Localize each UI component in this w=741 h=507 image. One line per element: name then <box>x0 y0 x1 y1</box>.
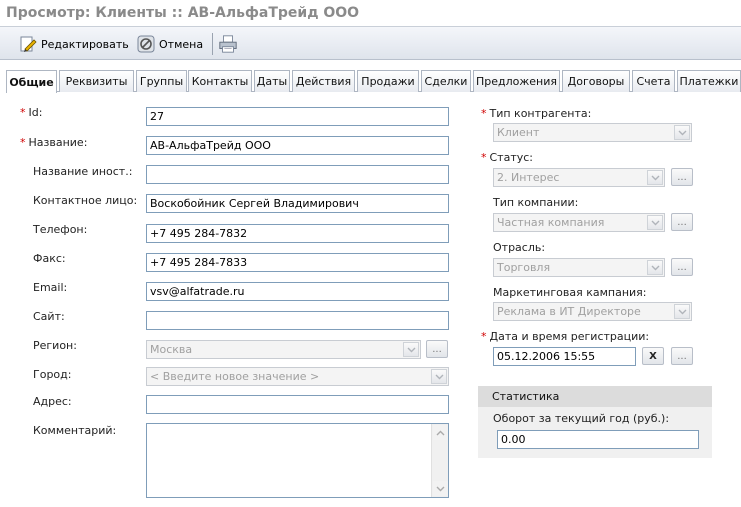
status-select[interactable]: 2. Интерес <box>493 168 665 187</box>
tab-actions[interactable]: Действия <box>292 70 355 92</box>
required-mark: * <box>20 106 26 119</box>
industry-label: Отрасль: <box>493 241 546 254</box>
date-picker-button[interactable]: ... <box>671 347 693 365</box>
chevron-down-icon[interactable] <box>403 342 419 357</box>
company-type-label: Тип компании: <box>493 196 579 209</box>
turnover-label: Оборот за текущий год (руб.): <box>493 412 670 425</box>
name-label-text: Название: <box>28 136 88 149</box>
contractor-type-label-text: Тип контрагента: <box>489 107 592 120</box>
chevron-down-icon[interactable] <box>647 170 663 185</box>
contractor-type-label: * Тип контрагента: <box>481 107 591 120</box>
fax-field[interactable]: +7 495 284-7833 <box>146 253 449 272</box>
clear-date-button[interactable]: X <box>642 347 664 365</box>
required-mark: * <box>20 136 26 149</box>
edit-button-label: Редактировать <box>41 37 129 51</box>
region-label: Регион: <box>33 339 77 352</box>
edit-button[interactable]: Редактировать <box>18 31 129 57</box>
required-mark: * <box>481 151 487 164</box>
cancel-icon <box>136 34 156 54</box>
chevron-down-icon[interactable] <box>647 260 663 275</box>
fax-label: Факс: <box>33 252 66 265</box>
required-mark: * <box>481 107 487 120</box>
contact-person-label: Контактное лицо: <box>33 194 138 207</box>
status-value: 2. Интерес <box>497 171 560 184</box>
statistics-header: Статистика <box>478 386 712 407</box>
chevron-down-icon[interactable] <box>674 125 690 140</box>
city-select[interactable]: < Введите новое значение > <box>146 367 449 386</box>
comment-scrollbar[interactable] <box>431 424 448 497</box>
company-type-select[interactable]: Частная компания <box>493 213 665 232</box>
company-type-value: Частная компания <box>497 216 605 229</box>
campaign-select[interactable]: Реклама в ИТ Директоре <box>493 302 692 321</box>
cancel-button[interactable]: Отмена <box>136 31 203 57</box>
reg-date-label-text: Дата и время регистрации: <box>489 330 650 343</box>
name-label: * Название: <box>20 136 87 149</box>
status-label-text: Статус: <box>489 151 534 164</box>
tab-contacts[interactable]: Контакты <box>188 70 252 92</box>
title-bar: Просмотр: Клиенты :: АВ-АльфаТрейд ООО <box>0 0 741 26</box>
city-label: Город: <box>33 368 72 381</box>
scroll-up-icon[interactable] <box>433 425 448 440</box>
chevron-down-icon[interactable] <box>647 215 663 230</box>
toolbar-separator <box>212 33 213 55</box>
campaign-label: Маркетинговая кампания: <box>493 286 647 299</box>
campaign-value: Реклама в ИТ Директоре <box>497 305 641 318</box>
site-field[interactable] <box>146 311 449 330</box>
scroll-down-icon[interactable] <box>433 481 448 496</box>
address-label: Адрес: <box>33 395 72 408</box>
industry-select[interactable]: Торговля <box>493 258 665 277</box>
id-field[interactable]: 27 <box>146 107 449 126</box>
foreign-name-field[interactable] <box>146 165 449 184</box>
cancel-button-label: Отмена <box>159 37 204 51</box>
email-label: Email: <box>33 281 68 294</box>
tab-bar: Общие Реквизиты Группы Контакты Даты Дей… <box>6 70 741 93</box>
reg-date-label: * Дата и время регистрации: <box>481 330 649 343</box>
region-select-value: Москва <box>150 343 193 356</box>
printer-icon <box>218 34 238 54</box>
tab-requisites[interactable]: Реквизиты <box>59 70 134 92</box>
tab-groups[interactable]: Группы <box>136 70 187 92</box>
required-mark: * <box>481 330 487 343</box>
chevron-down-icon[interactable] <box>431 369 447 384</box>
name-field[interactable]: АВ-АльфаТрейд ООО <box>146 136 449 155</box>
id-label: * Id: <box>20 106 42 119</box>
tab-proposals[interactable]: Предложения <box>473 70 560 92</box>
company-type-lookup-button[interactable]: ... <box>671 213 693 231</box>
toolbar: Редактировать Отмена <box>0 26 741 60</box>
chevron-down-icon[interactable] <box>674 304 690 319</box>
statistics-panel: Оборот за текущий год (руб.): 0.00 <box>478 407 712 458</box>
tab-general[interactable]: Общие <box>6 70 57 93</box>
tab-sales[interactable]: Продажи <box>357 70 419 92</box>
contact-person-field[interactable]: Воскобойник Сергей Владимирович <box>146 194 449 213</box>
tab-deals[interactable]: Сделки <box>421 70 471 92</box>
comment-textarea[interactable] <box>146 423 449 498</box>
close-icon: X <box>649 350 657 362</box>
turnover-field[interactable]: 0.00 <box>497 430 699 449</box>
id-label-text: Id: <box>28 106 43 119</box>
print-button[interactable] <box>218 31 238 57</box>
phone-field[interactable]: +7 495 284-7832 <box>146 224 449 243</box>
region-select[interactable]: Москва <box>146 340 421 359</box>
email-field[interactable]: vsv@alfatrade.ru <box>146 282 449 301</box>
industry-lookup-button[interactable]: ... <box>671 258 693 276</box>
pencil-icon <box>18 34 38 54</box>
status-label: * Статус: <box>481 151 533 164</box>
tab-payments[interactable]: Платежки <box>677 70 741 92</box>
page-title: Просмотр: Клиенты :: АВ-АльфаТрейд ООО <box>6 5 360 21</box>
contractor-type-select[interactable]: Клиент <box>493 123 692 142</box>
tab-dates[interactable]: Даты <box>254 70 290 92</box>
foreign-name-label: Название иност.: <box>33 165 133 178</box>
status-lookup-button[interactable]: ... <box>671 168 693 186</box>
reg-date-field[interactable]: 05.12.2006 15:55 <box>493 347 636 366</box>
address-field[interactable] <box>146 395 449 414</box>
phone-label: Телефон: <box>33 223 88 236</box>
city-select-value: < Введите новое значение > <box>150 370 320 383</box>
tab-invoices[interactable]: Счета <box>632 70 675 92</box>
industry-value: Торговля <box>497 261 551 274</box>
tab-contracts[interactable]: Договоры <box>562 70 630 92</box>
comment-label: Комментарий: <box>33 424 117 437</box>
region-lookup-button[interactable]: ... <box>426 340 448 358</box>
contractor-type-value: Клиент <box>497 126 540 139</box>
site-label: Сайт: <box>33 310 65 323</box>
